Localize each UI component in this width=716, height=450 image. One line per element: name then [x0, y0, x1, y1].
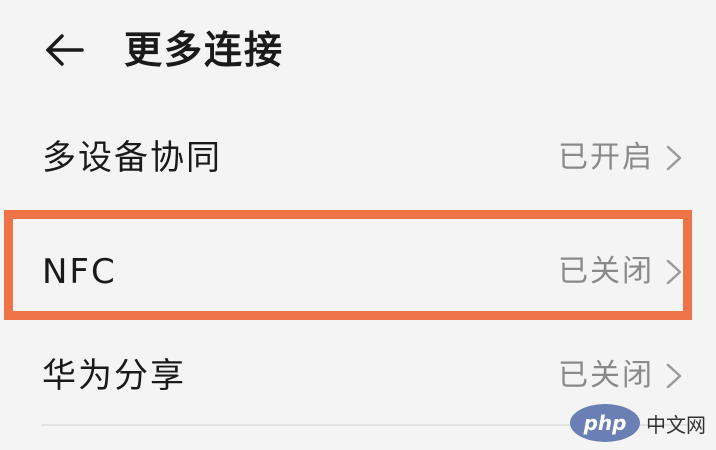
- status-text: 已关闭: [558, 254, 654, 289]
- page-title: 更多连接: [124, 28, 285, 72]
- php-logo: php: [570, 404, 640, 442]
- back-button[interactable]: [36, 22, 92, 78]
- list-item-nfc[interactable]: NFC 已关闭: [0, 222, 716, 322]
- status-text: 已关闭: [558, 358, 654, 393]
- chevron-right-icon: [666, 145, 682, 171]
- header: 更多连接: [0, 0, 716, 100]
- list-item-label: NFC: [42, 252, 117, 292]
- list-item-label: 多设备协同: [42, 138, 222, 178]
- chevron-right-icon: [666, 363, 682, 389]
- arrow-left-icon: [46, 34, 84, 66]
- chevron-right-icon: [666, 259, 682, 285]
- watermark-text: 中文网: [646, 412, 706, 437]
- list-item-multi-device[interactable]: 多设备协同 已开启: [0, 108, 716, 208]
- divider: [42, 212, 690, 214]
- status-text: 已开启: [558, 140, 654, 175]
- list-item-label: 华为分享: [42, 356, 186, 396]
- watermark: php 中文网: [570, 404, 706, 442]
